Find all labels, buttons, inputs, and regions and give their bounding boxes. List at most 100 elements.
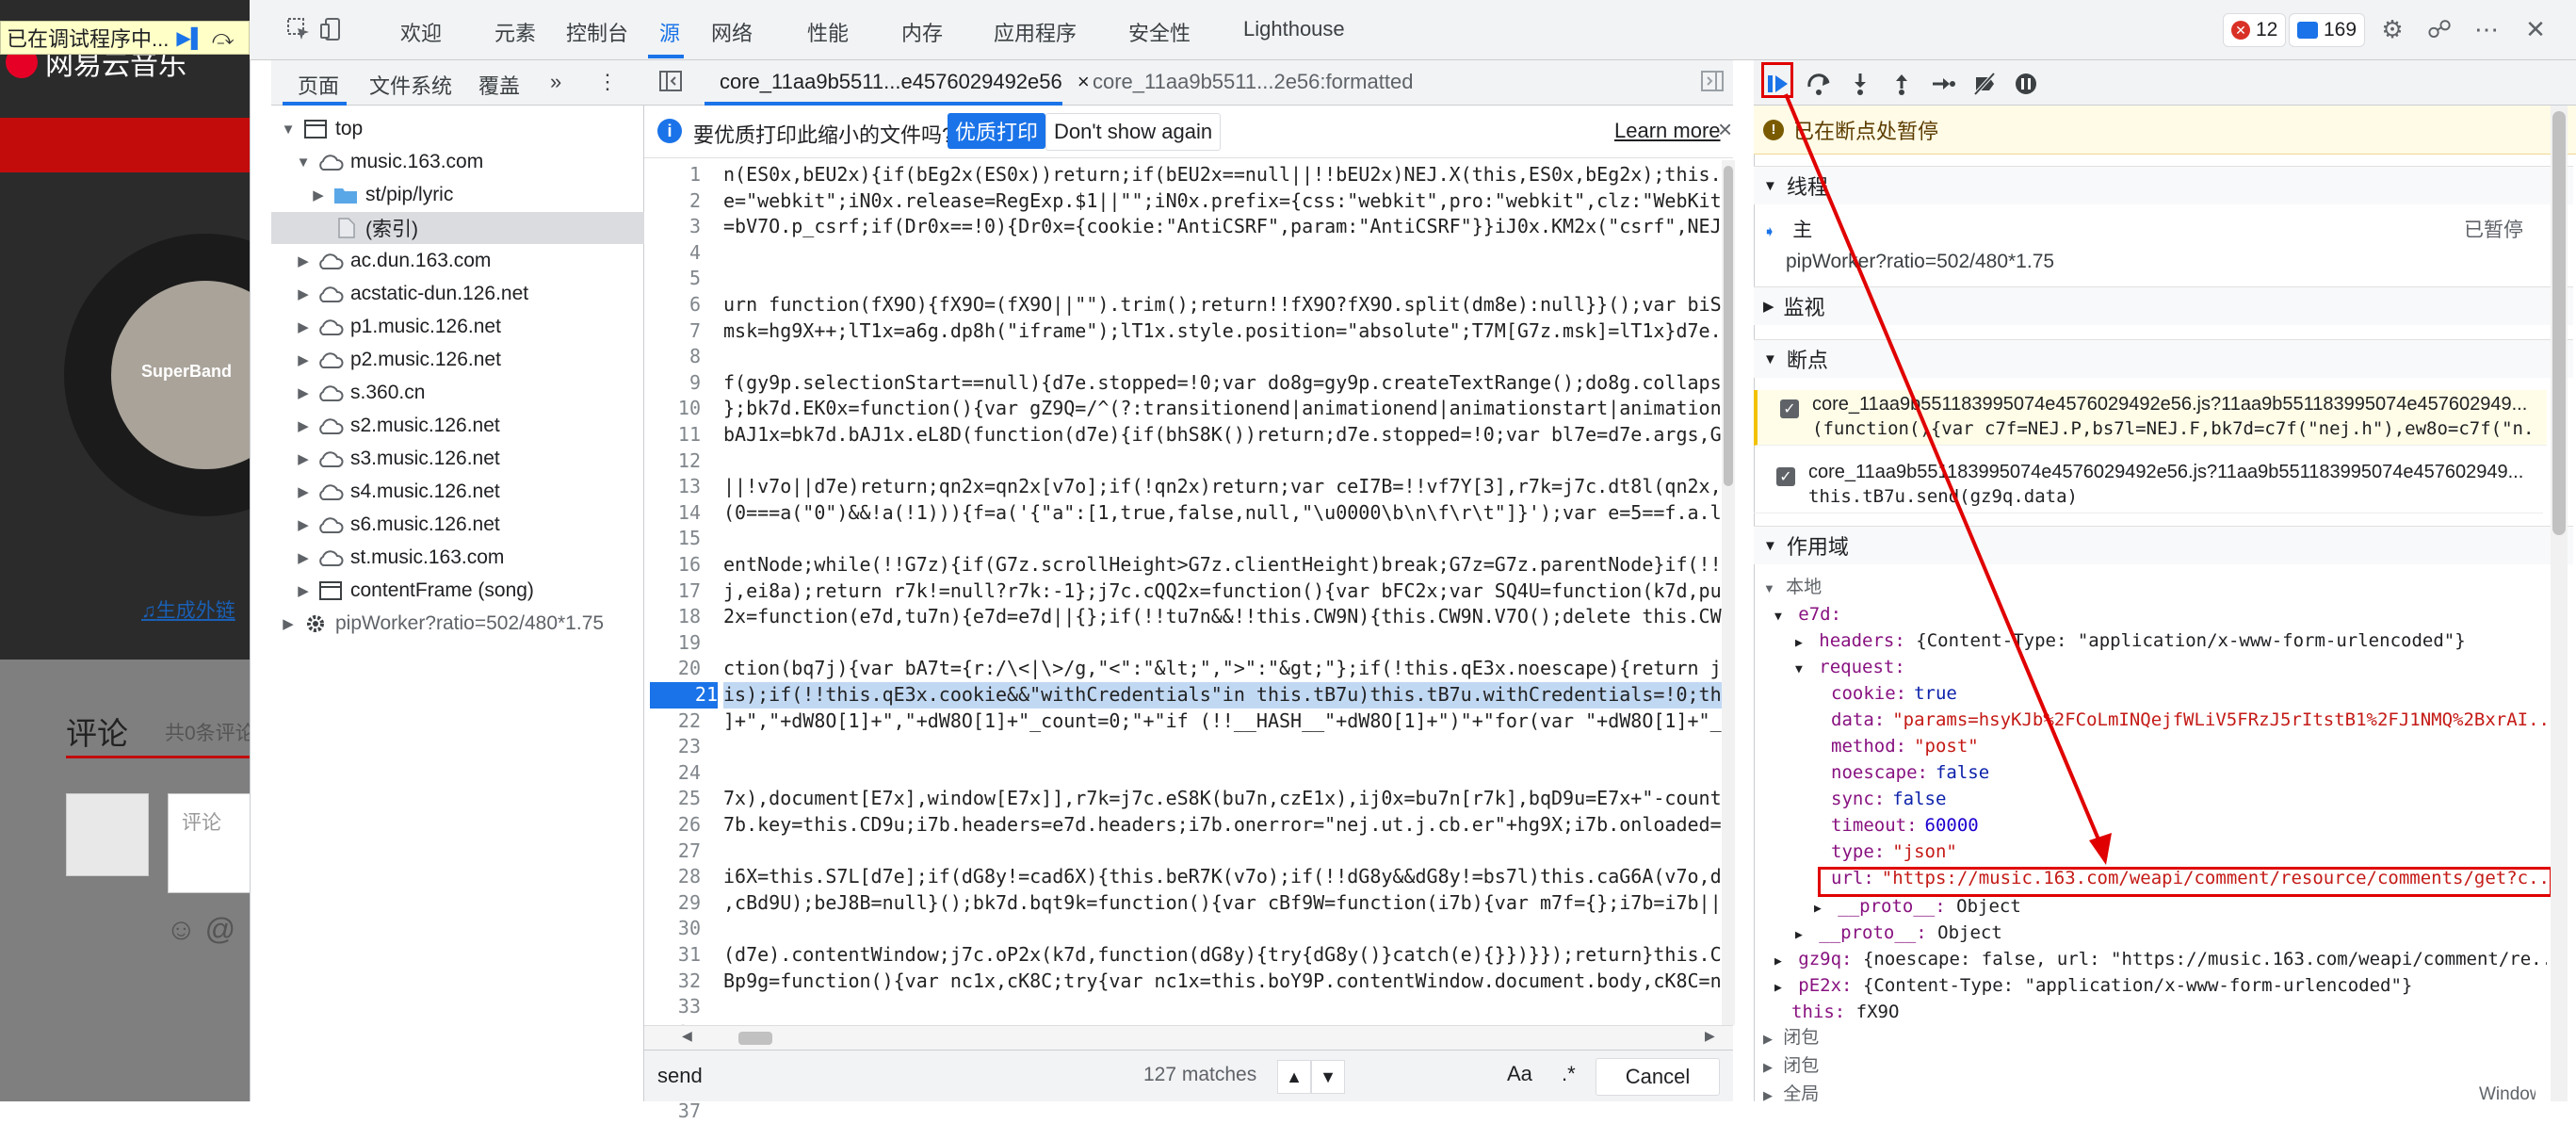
collapse-triangle-icon[interactable]: ▼ — [281, 122, 296, 138]
scope-var-pE2x[interactable]: ▶ pE2x: {Content-Type: "application/x-ww… — [1774, 972, 2412, 999]
tab-lighthouse[interactable]: Lighthouse — [1243, 17, 1345, 41]
code-line[interactable]: ction(bq7j){var bA7t={r:/\<|\>/g,"<":"&l… — [723, 656, 1724, 682]
expand-triangle-icon[interactable]: ▶ — [281, 615, 296, 632]
nav-more-tabs[interactable]: » — [550, 70, 561, 94]
settings-gear-icon[interactable]: ⚙ — [2376, 13, 2408, 45]
scroll-left-icon[interactable]: ◀ — [682, 1028, 692, 1044]
breakpoint-item[interactable]: ✓ core_11aa9b551183995074e4576029492e56.… — [1754, 458, 2543, 513]
line-number[interactable]: 9 — [644, 370, 701, 397]
nav-tab-overrides[interactable]: 覆盖 — [478, 70, 520, 100]
close-tab-icon[interactable]: × — [1077, 70, 1090, 93]
line-number[interactable]: 27 — [644, 839, 701, 865]
deactivate-breakpoints-button[interactable] — [1968, 68, 2001, 100]
expand-triangle-icon[interactable]: ▶ — [296, 252, 311, 269]
line-number[interactable]: 8 — [644, 344, 701, 370]
expand-triangle-icon[interactable]: ▶ — [296, 483, 311, 500]
tab-console[interactable]: 控制台 — [566, 17, 628, 47]
tree-item[interactable]: ▶ ac.dun.163.com — [271, 245, 644, 277]
line-number[interactable]: 29 — [644, 890, 701, 917]
request-property[interactable]: type: "json" — [1831, 839, 2547, 865]
line-number[interactable]: 28 — [644, 864, 701, 890]
tree-item[interactable]: ▶ s3.music.126.net — [271, 443, 644, 475]
scope-local[interactable]: ▼ 本地 — [1763, 575, 1822, 601]
scope-closure[interactable]: ▶ 闭包 — [1763, 1025, 1819, 1051]
breakpoint-checkbox[interactable]: ✓ — [1776, 467, 1795, 486]
code-line[interactable]: i6X=this.S7L[d7e];if(dG8y!=cad6X){this.b… — [723, 864, 1724, 890]
code-line[interactable] — [723, 526, 1724, 552]
editor-hscroll-thumb[interactable] — [738, 1032, 772, 1045]
request-property[interactable]: cookie: true — [1831, 680, 2547, 707]
line-number[interactable]: 23 — [644, 734, 701, 760]
editor-vertical-scrollbar[interactable] — [1722, 160, 1735, 1025]
code-line[interactable]: j,ei8a);return r7k!=null?r7k:-1};j7c.cQQ… — [723, 578, 1724, 605]
step-over-button[interactable] — [1803, 68, 1835, 100]
nav-menu-icon[interactable]: ⋮ — [597, 70, 618, 94]
message-count-badge[interactable]: 169 — [2289, 13, 2366, 47]
tree-item[interactable]: ▼ top — [271, 113, 644, 145]
comment-input[interactable]: 评论 — [168, 793, 262, 893]
tab-sources[interactable]: 源 — [659, 17, 680, 47]
customize-icon[interactable]: ☍ — [2423, 13, 2455, 45]
line-number[interactable]: 30 — [644, 916, 701, 942]
more-options-icon[interactable]: ⋯ — [2471, 13, 2503, 45]
code-line[interactable]: (0===a("0")&&!a(!1))){f=a('{"a":[1,true,… — [723, 500, 1724, 527]
toggle-debugger-icon[interactable] — [1699, 68, 1725, 94]
code-line[interactable] — [723, 994, 1724, 1020]
scope-proto-outer[interactable]: ▶ __proto__: Object — [1795, 920, 2002, 946]
line-number[interactable]: 1 — [644, 162, 701, 188]
toggle-navigator-icon[interactable] — [657, 68, 684, 94]
close-infobar-icon[interactable]: × — [1718, 115, 1732, 144]
editor-tab-minified[interactable]: core_11aa9b5511...e4576029492e56 × — [720, 70, 1090, 94]
tree-item[interactable]: ▶ s2.music.126.net — [271, 410, 644, 442]
expand-triangle-icon[interactable]: ▶ — [296, 417, 311, 434]
line-number[interactable]: 22 — [644, 709, 701, 735]
editor-horizontal-scrollbar[interactable]: ◀ ▶ — [644, 1025, 1733, 1050]
code-line[interactable]: entNode;while(!!G7z){if(G7z.scrollHeight… — [723, 552, 1724, 578]
expand-triangle-icon[interactable]: ▶ — [311, 187, 326, 204]
expand-triangle-icon[interactable]: ▶ — [296, 549, 311, 566]
expand-triangle-icon[interactable]: ▶ — [296, 450, 311, 467]
tab-network[interactable]: 网络 — [711, 17, 753, 47]
code-line[interactable]: 7b.key=this.CD9u;i7b.headers=e7d.headers… — [723, 812, 1724, 839]
line-number[interactable]: 5 — [644, 266, 701, 292]
code-line[interactable]: ||!v7o||d7e)return;qn2x=qn2x[v7o];if(!qn… — [723, 474, 1724, 500]
scope-closure[interactable]: ▶ 闭包 — [1763, 1053, 1819, 1080]
line-number[interactable]: 31 — [644, 942, 701, 969]
cancel-search-button[interactable]: Cancel — [1596, 1058, 1720, 1096]
close-devtools-icon[interactable]: ✕ — [2519, 13, 2552, 45]
tab-elements[interactable]: 元素 — [494, 17, 536, 47]
pretty-print-button[interactable]: 优质打印 — [948, 113, 1046, 149]
dont-show-again-button[interactable]: Don't show again — [1045, 113, 1222, 151]
tree-item[interactable]: ▶ s4.music.126.net — [271, 476, 644, 508]
code-line[interactable]: msk=hg9X++;lT1x=a6g.dp8h("iframe");lT1x.… — [723, 318, 1724, 345]
line-number[interactable]: 14 — [644, 500, 701, 527]
code-line[interactable] — [723, 734, 1724, 760]
scope-var-e7d[interactable]: ▼ e7d: — [1774, 601, 1841, 627]
tree-item[interactable]: (索引) — [271, 212, 644, 244]
nav-tab-filesystem[interactable]: 文件系统 — [369, 70, 452, 100]
line-number[interactable]: 15 — [644, 526, 701, 552]
line-number[interactable]: 10 — [644, 396, 701, 422]
thread-main[interactable]: ➧ 主 已暂停 — [1763, 215, 2554, 243]
code-line[interactable] — [723, 839, 1724, 865]
tree-item[interactable]: ▶ st/pip/lyric — [271, 179, 644, 211]
collapse-triangle-icon[interactable]: ▼ — [296, 155, 311, 171]
code-line[interactable]: =bV7O.p_csrf;if(Dr0x==!0){Dr0x={cookie:"… — [723, 214, 1724, 240]
match-case-button[interactable]: Aa — [1507, 1062, 1532, 1086]
request-property[interactable]: method: "post" — [1831, 733, 2547, 759]
step-over-icon[interactable]: ⤼ — [212, 25, 235, 50]
line-number[interactable]: 24 — [644, 760, 701, 787]
line-number[interactable]: 33 — [644, 994, 701, 1020]
pause-on-exceptions-button[interactable] — [2010, 68, 2042, 100]
code-line[interactable]: 7x),document[E7x],window[E7x]],r7k=j7c.e… — [723, 786, 1724, 812]
code-line[interactable]: n(ES0x,bEU2x){if(bEg2x(ES0x))return;if(b… — [723, 162, 1724, 188]
scope-var-this[interactable]: this: fX9O — [1791, 999, 1899, 1025]
watch-section-header[interactable]: ▶ 监视 — [1754, 286, 2573, 325]
nav-tab-page[interactable]: 页面 — [298, 70, 339, 100]
breakpoint-item[interactable]: ✓ core_11aa9b551183995074e4576029492e56.… — [1754, 390, 2547, 446]
tab-performance[interactable]: 性能 — [807, 17, 849, 47]
scope-headers[interactable]: ▶ headers: {Content-Type: "application/x… — [1795, 627, 2466, 654]
search-input[interactable]: send — [657, 1064, 703, 1088]
scroll-right-icon[interactable]: ▶ — [1705, 1028, 1715, 1044]
thread-worker[interactable]: pipWorker?ratio=502/480*1.75 — [1786, 251, 2054, 273]
